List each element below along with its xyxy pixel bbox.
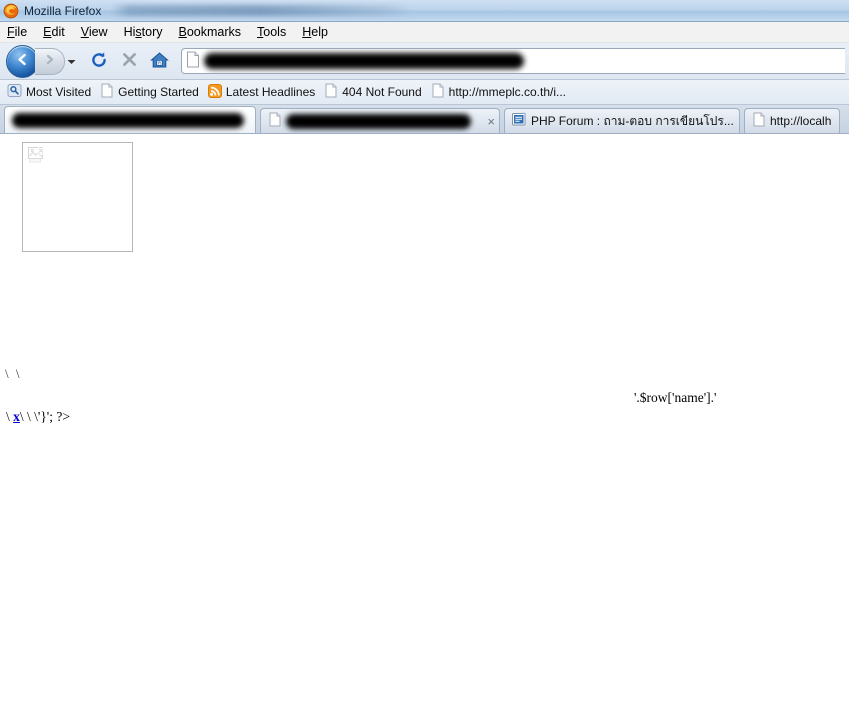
tab-1[interactable] bbox=[4, 106, 256, 133]
broken-image-icon bbox=[28, 146, 45, 166]
page-icon bbox=[431, 83, 445, 101]
bookmark-label: Most Visited bbox=[26, 85, 92, 99]
forward-arrow-icon bbox=[43, 53, 56, 69]
page-icon bbox=[324, 83, 338, 101]
most-visited-icon bbox=[7, 83, 22, 101]
bookmarks-toolbar: Most Visited Getting Started Latest Head… bbox=[0, 80, 849, 105]
menu-edit[interactable]: Edit bbox=[43, 25, 74, 39]
menu-history[interactable]: History bbox=[124, 25, 172, 39]
bookmark-label: http://mmeplc.co.th/i... bbox=[448, 85, 567, 99]
tab-close-button[interactable]: × bbox=[477, 115, 495, 128]
menu-view-label: iew bbox=[88, 25, 108, 39]
reload-button[interactable] bbox=[86, 48, 112, 74]
menu-edit-label: dit bbox=[51, 25, 65, 39]
bookmark-mmeplc[interactable]: http://mmeplc.co.th/i... bbox=[428, 82, 572, 102]
window-title-redaction bbox=[111, 5, 412, 16]
page-icon bbox=[100, 83, 114, 101]
menu-help[interactable]: Help bbox=[302, 25, 337, 39]
bookmark-getting-started[interactable]: Getting Started bbox=[97, 82, 205, 102]
rss-feed-icon bbox=[207, 83, 222, 101]
bookmark-label: 404 Not Found bbox=[342, 85, 422, 99]
page-content: \ \ \ x\ \ \'}'; ?> '.$row['name'].' bbox=[0, 134, 849, 703]
tab-2[interactable]: × bbox=[260, 108, 500, 133]
tab-4[interactable]: http://localh bbox=[744, 108, 840, 133]
menu-tools[interactable]: Tools bbox=[257, 25, 295, 39]
home-icon: R bbox=[149, 51, 169, 72]
tab-3[interactable]: PHP Forum : ถาม-ตอบ การเขียนโปร... × bbox=[504, 108, 740, 133]
tab-title-redaction bbox=[12, 112, 244, 128]
chevron-down-icon bbox=[67, 54, 76, 68]
reload-icon bbox=[90, 51, 108, 72]
page-icon bbox=[185, 51, 201, 71]
tab-title: PHP Forum : ถาม-ตอบ การเขียนโปร... bbox=[531, 113, 734, 128]
bookmark-label: Getting Started bbox=[118, 85, 199, 99]
menu-file[interactable]: File bbox=[7, 25, 36, 39]
menu-bar: File Edit View History Bookmarks Tools H… bbox=[0, 22, 849, 43]
page-text-slashes: \ \ bbox=[5, 366, 22, 381]
bookmark-label: Latest Headlines bbox=[225, 85, 316, 99]
page-row-name-text: '.$row['name'].' bbox=[634, 390, 717, 405]
home-button[interactable]: R bbox=[146, 48, 172, 74]
forward-button bbox=[35, 47, 65, 75]
firefox-logo-icon bbox=[3, 3, 19, 19]
navigation-toolbar: R bbox=[0, 43, 849, 80]
code-suffix: \ \ \'}'; ?> bbox=[19, 409, 70, 424]
page-icon bbox=[752, 112, 766, 130]
page-icon bbox=[268, 112, 282, 130]
broken-image-placeholder bbox=[22, 142, 133, 252]
tab-bar: × PHP Forum : ถาม-ตอบ การเขียนโปร... × h… bbox=[0, 105, 849, 134]
url-bar[interactable] bbox=[181, 48, 845, 74]
php-forum-icon bbox=[512, 112, 527, 130]
page-code-line: \ x\ \ \'}'; ?> bbox=[6, 409, 70, 425]
stop-button[interactable] bbox=[116, 48, 142, 74]
back-forward-dropdown-button[interactable] bbox=[65, 49, 78, 74]
tab-title-redaction bbox=[286, 113, 471, 129]
tab-title: http://localh bbox=[770, 114, 832, 128]
tab-close-button[interactable]: × bbox=[734, 115, 739, 128]
bookmark-404-not-found[interactable]: 404 Not Found bbox=[321, 82, 427, 102]
code-link-x[interactable]: x bbox=[13, 409, 20, 424]
back-forward-group bbox=[6, 44, 78, 78]
bookmark-most-visited[interactable]: Most Visited bbox=[4, 82, 97, 102]
stop-icon bbox=[121, 51, 138, 71]
menu-file-label: ile bbox=[14, 25, 28, 39]
menu-bookmarks[interactable]: Bookmarks bbox=[179, 25, 251, 39]
window-title: Mozilla Firefox bbox=[24, 3, 102, 18]
window-titlebar: Mozilla Firefox bbox=[0, 0, 849, 22]
svg-text:R: R bbox=[157, 60, 160, 65]
menu-view[interactable]: View bbox=[81, 25, 117, 39]
back-arrow-icon bbox=[15, 52, 30, 70]
bookmark-latest-headlines[interactable]: Latest Headlines bbox=[205, 82, 321, 102]
url-value-redaction bbox=[204, 53, 524, 69]
